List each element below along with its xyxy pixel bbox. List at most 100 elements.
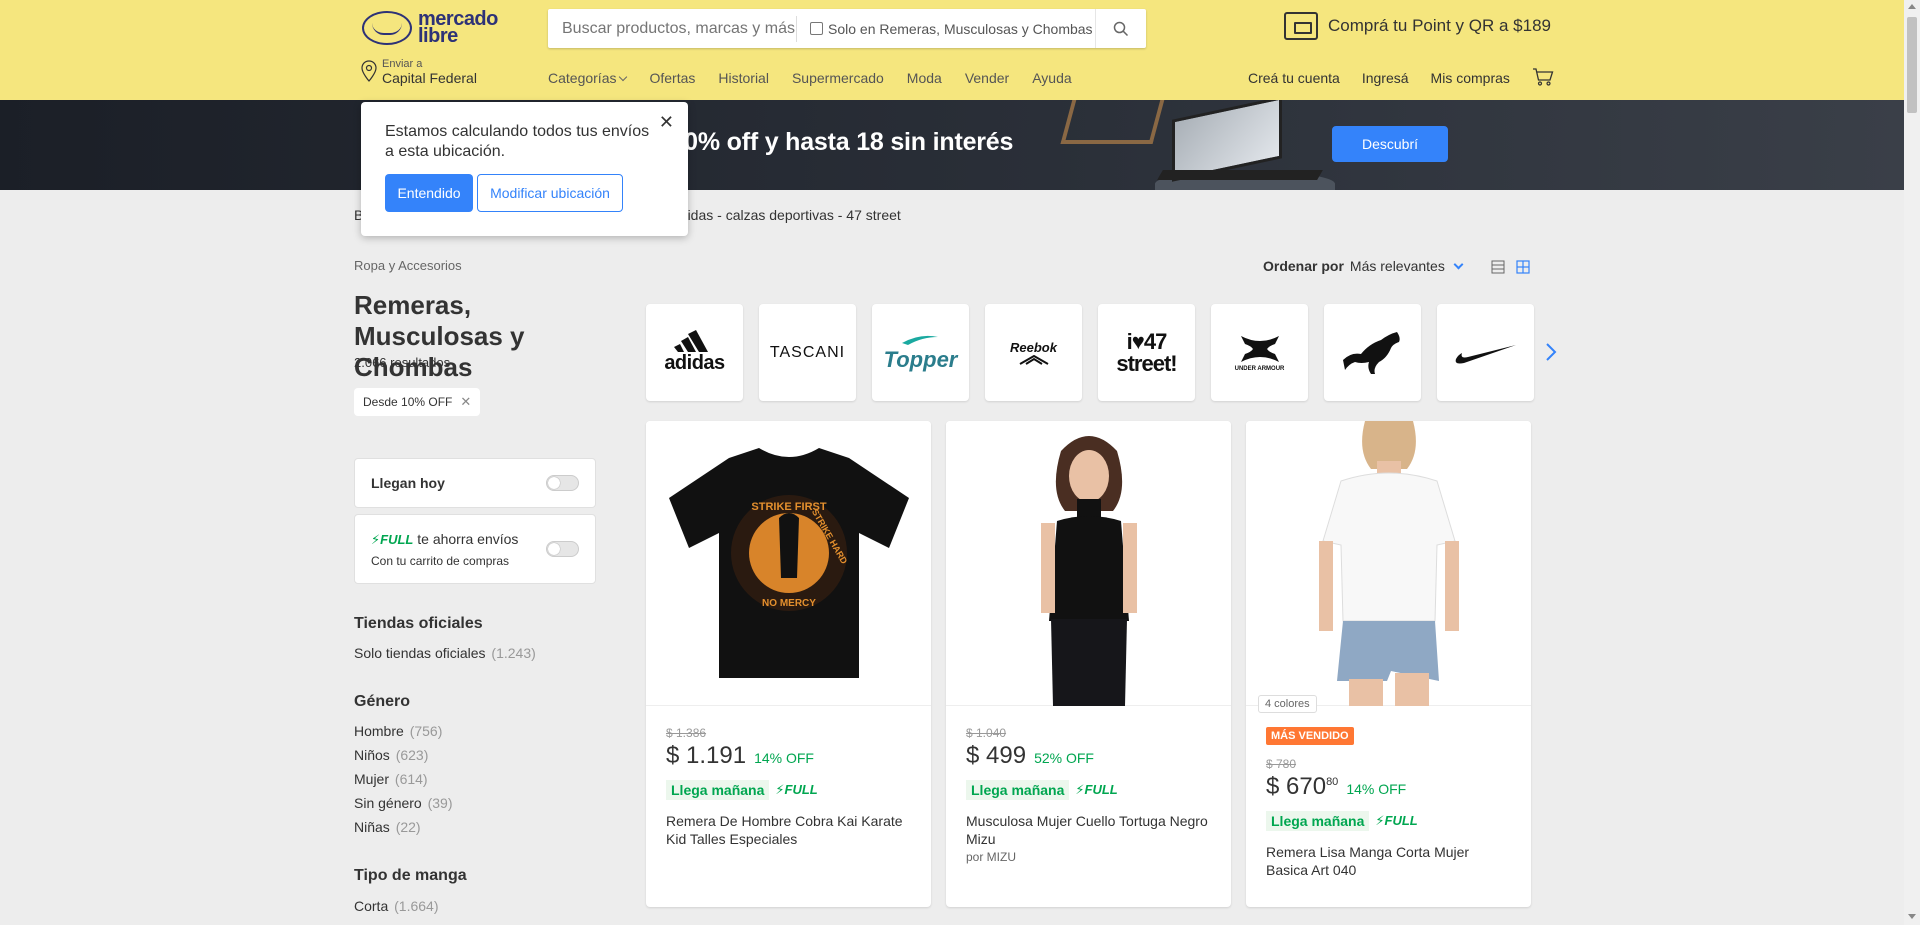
mercadolibre-logo[interactable]: mercado libre xyxy=(362,8,502,48)
promo-banner[interactable]: a 40% off y hasta 18 sin interés xyxy=(0,100,1904,190)
full-text: te ahorra envíos xyxy=(417,530,519,547)
sleeve-filter-corta[interactable]: Corta (1.664) xyxy=(354,898,438,914)
brand-adidas[interactable]: adidas xyxy=(646,304,743,401)
brand-nike[interactable] xyxy=(1437,304,1534,401)
nav-ayuda[interactable]: Ayuda xyxy=(1032,70,1071,86)
banner-discover-button[interactable]: Descubrí xyxy=(1332,126,1448,162)
product-card[interactable]: $ 1.040 $ 499 52% OFF Llega mañana ⚡FULL… xyxy=(946,421,1231,907)
chevron-down-icon xyxy=(1453,259,1464,269)
checkbox-icon[interactable] xyxy=(810,22,823,35)
popup-message: Estamos calculando todos tus envíos a es… xyxy=(385,123,650,160)
price-integer: $ 670 xyxy=(1266,773,1327,800)
remove-filter-icon[interactable]: ✕ xyxy=(460,394,471,410)
search-button[interactable] xyxy=(1095,9,1145,48)
category-breadcrumb[interactable]: Ropa y Accesorios xyxy=(354,258,462,273)
nav-supermercado[interactable]: Supermercado xyxy=(792,70,884,86)
gender-label: Hombre xyxy=(354,723,404,739)
chevron-down-icon xyxy=(619,72,628,82)
brand-reebok[interactable]: Reebok xyxy=(985,304,1082,401)
gender-label: Sin género xyxy=(354,795,422,811)
discount-label: 14% OFF xyxy=(1346,781,1407,797)
nav-vender[interactable]: Vender xyxy=(965,70,1009,86)
banner-text: a 40% off y hasta 18 sin interés xyxy=(650,128,1014,156)
related-searches-links[interactable]: adidas - calzas deportivas - 47 street xyxy=(672,207,901,223)
close-icon[interactable]: ✕ xyxy=(659,112,674,133)
product-title[interactable]: Remera Lisa Manga Corta Mujer Basica Art… xyxy=(1266,843,1511,879)
chevron-right-icon[interactable] xyxy=(1544,342,1558,362)
shipping-info: Llega mañana ⚡FULL xyxy=(966,780,1211,800)
main-nav: Categorías Ofertas Historial Supermercad… xyxy=(548,70,1095,86)
list-view-icon[interactable] xyxy=(1491,260,1505,274)
modify-location-button[interactable]: Modificar ubicación xyxy=(477,174,623,212)
product-image[interactable] xyxy=(946,421,1231,706)
lightning-icon: ⚡ xyxy=(1075,782,1085,797)
full-toggle[interactable] xyxy=(546,541,579,557)
point-device-icon xyxy=(1284,12,1318,40)
scroll-down-arrow-icon[interactable] xyxy=(1908,914,1916,919)
nav-categorias[interactable]: Categorías xyxy=(548,70,628,86)
price-row: $ 499 52% OFF xyxy=(966,742,1211,770)
brand-tascani[interactable]: TASCANI xyxy=(759,304,856,401)
same-day-toggle[interactable] xyxy=(546,475,579,491)
brand-label: i♥47 street! xyxy=(1116,328,1177,376)
search-input[interactable] xyxy=(548,19,796,38)
colors-count-tag[interactable]: 4 colores xyxy=(1258,695,1317,713)
site-header: mercado libre Solo en Remeras, Musculosa… xyxy=(0,0,1904,100)
current-price: $ 67080 xyxy=(1266,773,1338,801)
brand-puma[interactable] xyxy=(1324,304,1421,401)
gender-filter-ninas[interactable]: Niñas (22) xyxy=(354,819,421,835)
product-image[interactable]: 4 colores xyxy=(1246,421,1531,713)
nav-historial[interactable]: Historial xyxy=(718,70,769,86)
under-armour-logo: UNDER ARMOUR xyxy=(1234,334,1285,372)
create-account-link[interactable]: Creá tu cuenta xyxy=(1248,70,1340,86)
brand-label: UNDER ARMOUR xyxy=(1234,365,1285,372)
handshake-logo-icon xyxy=(362,11,412,45)
full-label: FULL xyxy=(1084,782,1118,797)
scrollbar-thumb[interactable] xyxy=(1907,17,1917,113)
product-card[interactable]: STRIKE FIRST STRIKE HARD NO MERCY $ 1.38… xyxy=(646,421,931,907)
woman-white-tshirt-image xyxy=(1318,421,1459,706)
under-armour-icon xyxy=(1240,335,1279,362)
gender-filter-hombre[interactable]: Hombre (756) xyxy=(354,723,442,739)
shipping-info: Llega mañana ⚡FULL xyxy=(666,780,911,800)
location-selector[interactable]: Enviar a Capital Federal xyxy=(360,58,477,86)
gender-label: Niñas xyxy=(354,819,390,835)
results-count: 2.066 resultados xyxy=(354,355,451,370)
login-link[interactable]: Ingresá xyxy=(1362,70,1409,86)
search-scope-checkbox[interactable]: Solo en Remeras, Musculosas y Chombas xyxy=(797,21,1095,37)
gender-filter-sin-genero[interactable]: Sin género (39) xyxy=(354,795,453,811)
brand-47-street[interactable]: i♥47 street! xyxy=(1098,304,1195,401)
nav-ofertas[interactable]: Ofertas xyxy=(649,70,695,86)
adidas-logo: adidas xyxy=(664,330,725,375)
product-card[interactable]: 4 colores MÁS VENDIDO $ 780 $ 67080 14% … xyxy=(1246,421,1531,907)
gender-filter-ninos[interactable]: Niños (623) xyxy=(354,747,428,763)
applied-filter-chip[interactable]: Desde 10% OFF ✕ xyxy=(354,388,481,416)
cart-icon[interactable] xyxy=(1532,68,1554,86)
full-label: FULL xyxy=(1384,813,1418,828)
filter-full[interactable]: ⚡FULL te ahorra envíos Con tu carrito de… xyxy=(354,514,596,584)
user-nav: Creá tu cuenta Ingresá Mis compras xyxy=(1248,68,1554,86)
nav-moda[interactable]: Moda xyxy=(907,70,942,86)
applied-filter-label: Desde 10% OFF xyxy=(363,395,453,409)
brand-topper[interactable]: Topper xyxy=(872,304,969,401)
popup-buttons: Entendido Modificar ubicación xyxy=(385,174,664,212)
official-stores-filter[interactable]: Solo tiendas oficiales (1.243) xyxy=(354,645,536,661)
gender-label: Mujer xyxy=(354,771,390,787)
brand-under-armour[interactable]: UNDER ARMOUR xyxy=(1211,304,1308,401)
filter-same-day-label: Llegan hoy xyxy=(371,475,445,491)
gender-filter-mujer[interactable]: Mujer (614) xyxy=(354,771,428,787)
logo-text: mercado libre xyxy=(418,9,498,46)
product-title[interactable]: Musculosa Mujer Cuello Tortuga Negro Miz… xyxy=(966,812,1211,848)
grid-view-icon[interactable] xyxy=(1516,260,1530,274)
product-title[interactable]: Remera De Hombre Cobra Kai Karate Kid Ta… xyxy=(666,812,911,848)
promo-point-qr[interactable]: Comprá tu Point y QR a $189 xyxy=(1284,12,1551,40)
understood-button[interactable]: Entendido xyxy=(385,174,473,212)
my-purchases-link[interactable]: Mis compras xyxy=(1431,70,1510,86)
scroll-up-arrow-icon[interactable] xyxy=(1908,4,1916,9)
product-image[interactable]: STRIKE FIRST STRIKE HARD NO MERCY xyxy=(646,421,931,706)
topper-swoosh-icon xyxy=(902,335,939,345)
full-subtext: Con tu carrito de compras xyxy=(371,553,510,568)
filter-same-day[interactable]: Llegan hoy xyxy=(354,458,596,508)
scrollbar-track[interactable] xyxy=(1904,0,1920,925)
sort-selector[interactable]: Ordenar por Más relevantes xyxy=(1263,258,1464,274)
